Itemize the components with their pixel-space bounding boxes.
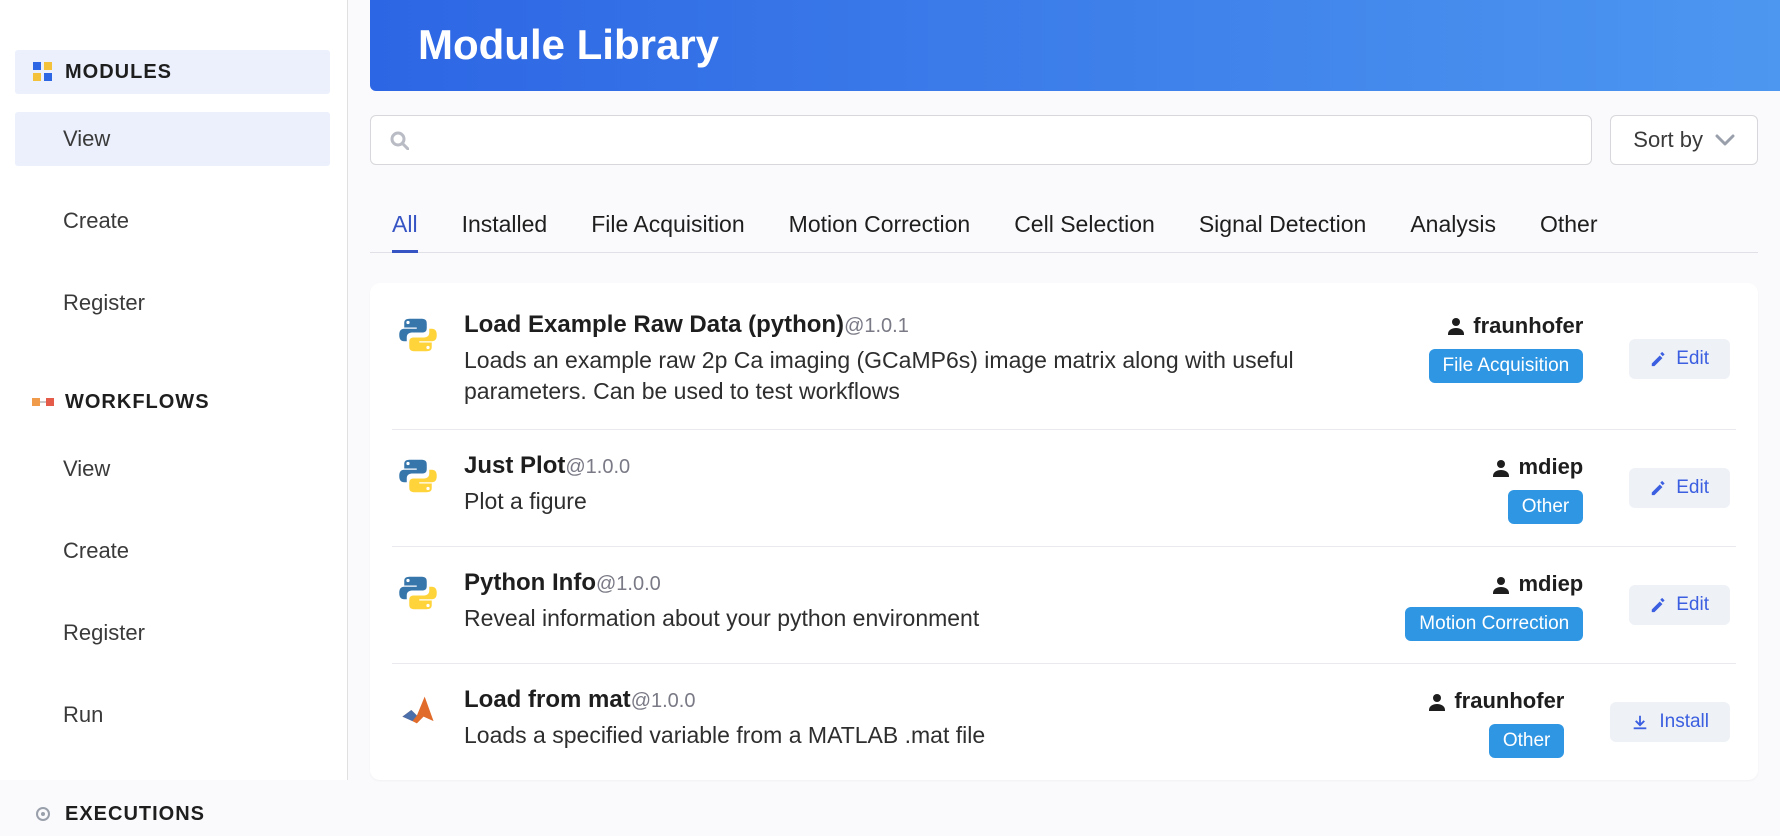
category-tabs: All Installed File Acquisition Motion Co… xyxy=(370,197,1758,253)
module-version: @1.0.0 xyxy=(596,573,661,595)
module-author: mdiep xyxy=(1492,571,1583,597)
sidebar-item-modules-create[interactable]: Create xyxy=(15,194,330,248)
grid-icon xyxy=(31,60,55,84)
module-title: Load from mat xyxy=(464,686,631,713)
main: Module Library Sort by All Installed Fil… xyxy=(348,0,1780,780)
module-title: Python Info xyxy=(464,569,596,596)
user-icon xyxy=(1492,458,1510,477)
sidebar-item-modules-register[interactable]: Register xyxy=(15,276,330,330)
edit-icon xyxy=(1650,351,1666,367)
tab-installed[interactable]: Installed xyxy=(462,197,548,252)
sidebar-section-label: MODULES xyxy=(65,61,172,84)
module-version: @1.0.0 xyxy=(565,456,630,478)
tab-all[interactable]: All xyxy=(392,197,418,252)
search-box[interactable] xyxy=(370,115,1592,165)
edit-button[interactable]: Edit xyxy=(1629,468,1730,508)
sidebar-item-workflows-register[interactable]: Register xyxy=(15,606,330,660)
module-desc: Reveal information about your python env… xyxy=(464,603,1381,634)
tab-other[interactable]: Other xyxy=(1540,197,1598,252)
page-title-hero: Module Library xyxy=(370,0,1780,91)
tab-signal-detection[interactable]: Signal Detection xyxy=(1199,197,1367,252)
chevron-down-icon xyxy=(1715,132,1735,148)
edit-icon xyxy=(1650,480,1666,496)
module-row: Python Info@1.0.0 Reveal information abo… xyxy=(392,547,1736,664)
sidebar: MODULES View Create Register WORKFLOWS V… xyxy=(0,0,348,780)
tab-cell-selection[interactable]: Cell Selection xyxy=(1014,197,1155,252)
module-tag[interactable]: Other xyxy=(1489,724,1565,758)
sidebar-section-modules[interactable]: MODULES xyxy=(15,50,330,94)
sidebar-item-workflows-run[interactable]: Run xyxy=(15,688,330,742)
module-author: fraunhofer xyxy=(1447,313,1583,339)
sidebar-item-workflows-view[interactable]: View xyxy=(15,442,330,496)
sidebar-section-workflows[interactable]: WORKFLOWS xyxy=(15,380,330,424)
sidebar-item-modules-view[interactable]: View xyxy=(15,112,330,166)
module-list: Load Example Raw Data (python)@1.0.1 Loa… xyxy=(370,283,1758,780)
search-input[interactable] xyxy=(423,128,1573,151)
install-button[interactable]: Install xyxy=(1610,702,1730,742)
module-desc: Loads a specified variable from a MATLAB… xyxy=(464,720,1362,751)
workflow-icon xyxy=(31,390,55,414)
page-title: Module Library xyxy=(418,21,719,69)
module-tag[interactable]: File Acquisition xyxy=(1429,349,1584,383)
download-icon xyxy=(1631,713,1649,731)
edit-button[interactable]: Edit xyxy=(1629,585,1730,625)
module-author: fraunhofer xyxy=(1428,688,1564,714)
sort-by-button[interactable]: Sort by xyxy=(1610,115,1758,165)
module-desc: Plot a figure xyxy=(464,486,1381,517)
python-icon xyxy=(398,452,442,524)
tab-analysis[interactable]: Analysis xyxy=(1410,197,1496,252)
module-row: Just Plot@1.0.0 Plot a figure mdiep Othe… xyxy=(392,430,1736,547)
module-version: @1.0.1 xyxy=(844,315,909,337)
module-tag[interactable]: Motion Correction xyxy=(1405,607,1583,641)
tab-motion-correction[interactable]: Motion Correction xyxy=(789,197,971,252)
sort-by-label: Sort by xyxy=(1633,127,1703,153)
user-icon xyxy=(1428,692,1446,711)
edit-button[interactable]: Edit xyxy=(1629,339,1730,379)
module-title: Load Example Raw Data (python) xyxy=(464,311,844,338)
user-icon xyxy=(1447,316,1465,335)
edit-icon xyxy=(1650,597,1666,613)
sidebar-section-executions[interactable]: EXECUTIONS xyxy=(15,792,330,836)
python-icon xyxy=(398,311,442,407)
search-icon xyxy=(389,130,409,150)
module-row: Load Example Raw Data (python)@1.0.1 Loa… xyxy=(392,289,1736,430)
sidebar-section-label: WORKFLOWS xyxy=(65,391,210,414)
module-version: @1.0.0 xyxy=(631,690,696,712)
matlab-icon xyxy=(398,686,442,758)
gear-icon xyxy=(31,802,55,826)
module-title: Just Plot xyxy=(464,452,565,479)
module-author: mdiep xyxy=(1492,454,1583,480)
sidebar-section-label: EXECUTIONS xyxy=(65,803,205,826)
tab-file-acquisition[interactable]: File Acquisition xyxy=(591,197,744,252)
module-desc: Loads an example raw 2p Ca imaging (GCaM… xyxy=(464,345,1381,407)
user-icon xyxy=(1492,575,1510,594)
module-row: Load from mat@1.0.0 Loads a specified va… xyxy=(392,664,1736,780)
sidebar-item-workflows-create[interactable]: Create xyxy=(15,524,330,578)
module-tag[interactable]: Other xyxy=(1508,490,1584,524)
python-icon xyxy=(398,569,442,641)
